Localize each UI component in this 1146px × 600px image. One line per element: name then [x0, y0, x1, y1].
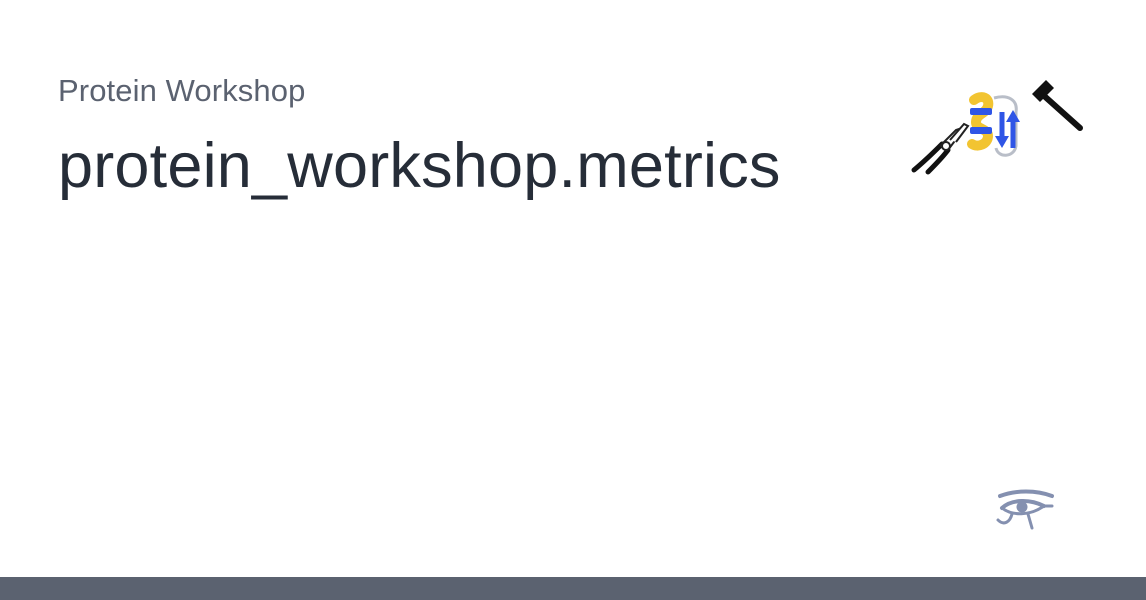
pliers-icon [911, 122, 970, 175]
social-card: Protein Workshop protein_workshop.metric… [0, 0, 1146, 600]
footer-bar [0, 577, 1146, 600]
eye-of-horus-icon [994, 488, 1056, 536]
project-logo [906, 78, 1090, 178]
protein-structure-icon [967, 92, 1020, 157]
site-name: Protein Workshop [58, 73, 306, 108]
hammer-icon [1032, 80, 1083, 131]
page-title: protein_workshop.metrics [58, 131, 781, 201]
